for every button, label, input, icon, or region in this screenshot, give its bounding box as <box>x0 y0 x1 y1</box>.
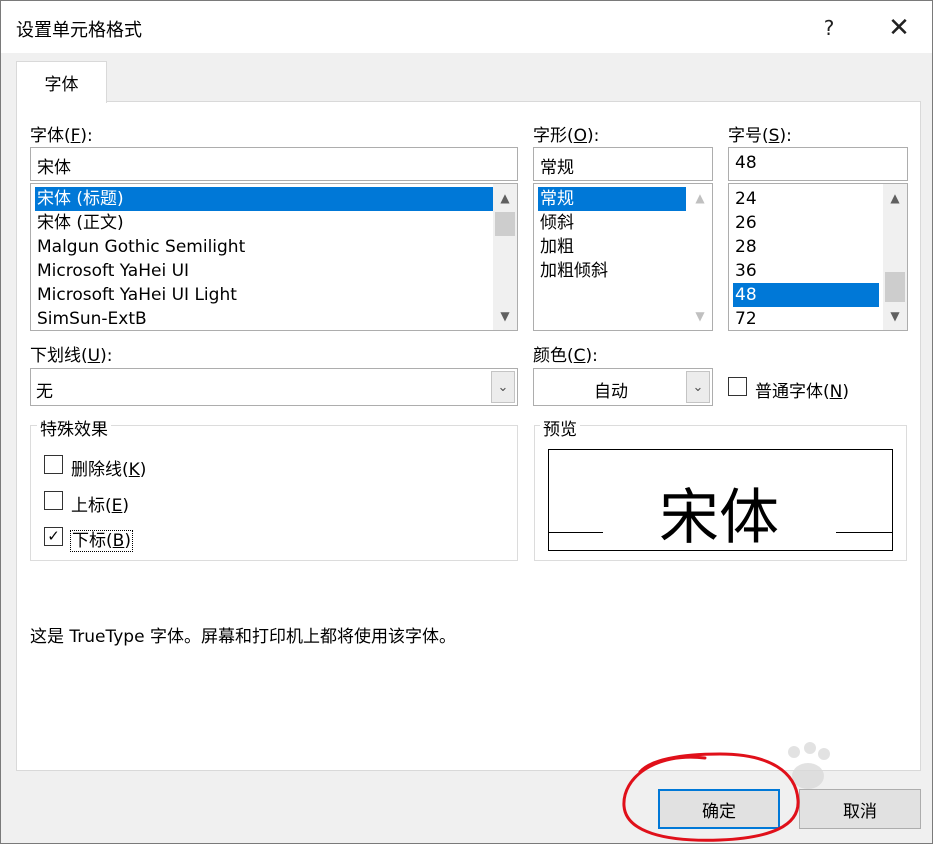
style-listbox[interactable]: 常规 倾斜 加粗 加粗倾斜 ▲ ▼ <box>533 183 713 331</box>
style-list-item[interactable]: 倾斜 <box>538 211 574 235</box>
size-list-item[interactable]: 28 <box>733 235 757 259</box>
style-list-item[interactable]: 加粗 <box>538 235 574 259</box>
color-label: 颜色(C): <box>533 346 598 366</box>
font-label: 字体(F): <box>30 126 93 146</box>
preview-baseline-right <box>836 532 892 533</box>
size-list-item[interactable]: 24 <box>733 187 757 211</box>
scroll-up-icon[interactable]: ▲ <box>688 186 712 210</box>
help-button[interactable]: ? <box>809 11 849 45</box>
scroll-down-icon[interactable]: ▼ <box>883 304 907 328</box>
checkmark-icon: ✓ <box>47 527 60 545</box>
preview-pane: 宋体 <box>548 449 893 551</box>
ok-button[interactable]: 确定 <box>658 789 780 829</box>
subscript-label[interactable]: 下标(B) <box>70 526 133 552</box>
size-list-item[interactable]: 48 <box>733 283 879 307</box>
normal-font-label[interactable]: 普通字体(N) <box>755 377 849 402</box>
font-listbox[interactable]: 宋体 (标题) 宋体 (正文) Malgun Gothic Semilight … <box>30 183 518 331</box>
style-list-scrollbar[interactable]: ▲ ▼ <box>688 184 712 330</box>
scroll-up-icon[interactable]: ▲ <box>883 186 907 210</box>
tab-font-label: 字体 <box>44 75 79 95</box>
font-list-scrollbar[interactable]: ▲ ▼ <box>493 184 517 330</box>
style-list-item[interactable]: 加粗倾斜 <box>538 259 608 283</box>
close-icon: ✕ <box>888 13 910 43</box>
size-listbox[interactable]: 24 26 28 36 48 72 ▲ ▼ <box>728 183 908 331</box>
preview-sample-text: 宋体 <box>659 483 779 551</box>
superscript-label[interactable]: 上标(E) <box>71 491 129 516</box>
preview-group-title: 预览 <box>540 415 580 440</box>
format-cells-dialog: 设置单元格格式 ? ✕ 字体 字体(F): 宋体 宋体 (标题) 宋体 (正文)… <box>0 0 933 844</box>
size-list-item[interactable]: 36 <box>733 259 757 283</box>
size-list-scrollbar[interactable]: ▲ ▼ <box>883 184 907 330</box>
font-list-item[interactable]: 宋体 (标题) <box>35 187 493 211</box>
font-list-item[interactable]: Microsoft YaHei UI Light <box>35 283 237 307</box>
normal-font-checkbox[interactable] <box>728 377 747 396</box>
preview-baseline-left <box>549 532 603 533</box>
size-input[interactable]: 48 <box>728 147 908 181</box>
chevron-down-icon[interactable]: ⌄ <box>491 371 515 403</box>
scroll-thumb[interactable] <box>885 272 905 302</box>
effects-group-title: 特殊效果 <box>37 415 111 440</box>
cancel-button[interactable]: 取消 <box>799 789 921 829</box>
scroll-down-icon[interactable]: ▼ <box>688 304 712 328</box>
scroll-up-icon[interactable]: ▲ <box>493 186 517 210</box>
font-name-input[interactable]: 宋体 <box>30 147 518 181</box>
scroll-thumb[interactable] <box>495 212 515 236</box>
size-label: 字号(S): <box>728 126 792 146</box>
font-list-item[interactable]: Microsoft YaHei UI <box>35 259 189 283</box>
style-label: 字形(O): <box>533 126 600 146</box>
font-list-item[interactable]: SimSun-ExtB <box>35 307 147 330</box>
help-icon: ? <box>823 16 835 40</box>
color-select[interactable]: 自动 ⌄ <box>533 368 713 406</box>
underline-value: 无 <box>36 382 53 402</box>
font-list-item[interactable]: 宋体 (正文) <box>35 211 124 235</box>
font-list-item[interactable]: Malgun Gothic Semilight <box>35 235 245 259</box>
size-list-item[interactable]: 26 <box>733 211 757 235</box>
superscript-checkbox[interactable] <box>44 491 63 510</box>
font-info-text: 这是 TrueType 字体。屏幕和打印机上都将使用该字体。 <box>30 627 456 647</box>
scroll-down-icon[interactable]: ▼ <box>493 304 517 328</box>
style-input[interactable]: 常规 <box>533 147 713 181</box>
color-value: 自动 <box>594 382 628 402</box>
dialog-title: 设置单元格格式 <box>16 20 142 41</box>
strikethrough-label[interactable]: 删除线(K) <box>71 455 146 480</box>
size-list-item[interactable]: 72 <box>733 307 757 330</box>
strikethrough-checkbox[interactable] <box>44 455 63 474</box>
close-button[interactable]: ✕ <box>879 11 919 45</box>
underline-select[interactable]: 无 ⌄ <box>30 368 518 406</box>
subscript-checkbox[interactable]: ✓ <box>44 527 63 546</box>
underline-label: 下划线(U): <box>30 346 113 366</box>
chevron-down-icon[interactable]: ⌄ <box>686 371 710 403</box>
tab-font[interactable]: 字体 <box>16 61 107 103</box>
style-list-item[interactable]: 常规 <box>538 187 686 211</box>
title-bar: 设置单元格格式 ? ✕ <box>1 1 932 53</box>
